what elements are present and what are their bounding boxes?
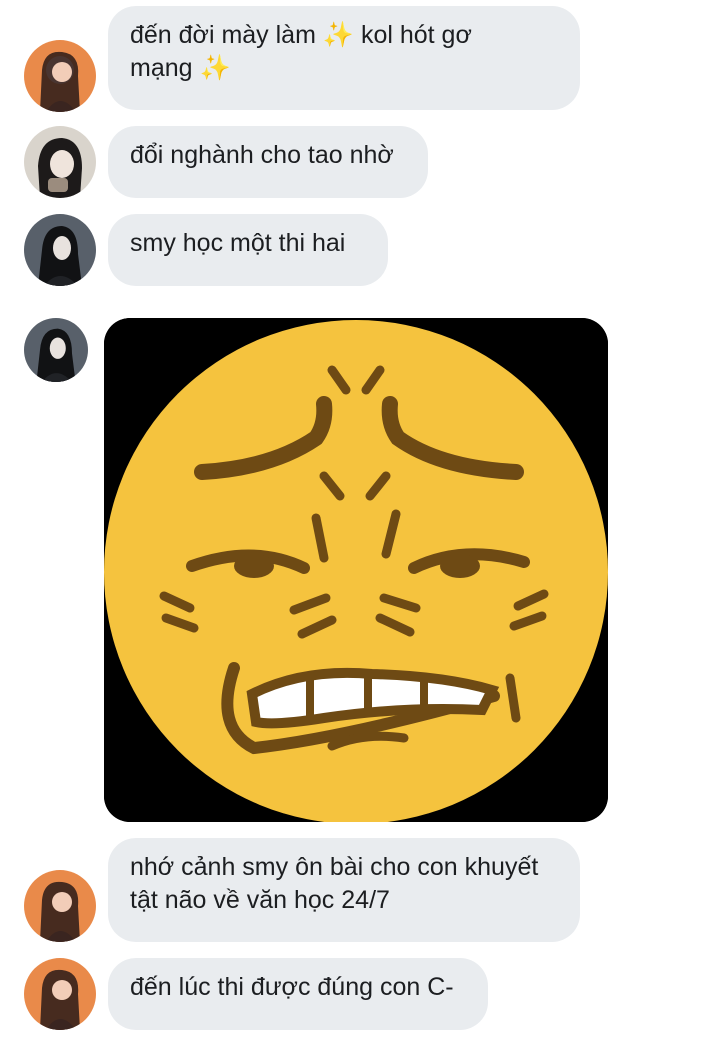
message-bubble[interactable]: smy học một thi hai [108,214,388,286]
avatar-gray[interactable] [24,126,96,198]
avatar-orange[interactable] [24,40,96,112]
avatar-orange[interactable] [24,958,96,1030]
message-bubble[interactable]: đổi nghành cho tao nhờ [108,126,428,198]
message-bubble[interactable]: đến lúc thi được đúng con C- [108,958,488,1030]
message-text: đến lúc thi được đúng con C- [130,973,454,1001]
message-text: đến đời mày làm ✨ kol hót gơ mạng ✨ [130,21,472,82]
message-text: nhớ cảnh smy ôn bài cho con khuyết tật n… [130,853,539,914]
avatar-dark[interactable] [24,214,96,286]
angry-face-emoji-image[interactable] [104,318,608,822]
sparkles-icon: ✨ [322,21,354,49]
message-bubble[interactable]: nhớ cảnh smy ôn bài cho con khuyết tật n… [108,838,580,942]
avatar-dark[interactable] [24,318,88,382]
sparkles-icon: ✨ [199,54,231,82]
message-text: smy học một thi hai [130,229,346,257]
avatar-orange[interactable] [24,870,96,942]
message-text: đổi nghành cho tao nhờ [130,141,394,169]
message-bubble[interactable]: đến đời mày làm ✨ kol hót gơ mạng ✨ [108,6,580,110]
emoji-face [104,320,608,822]
